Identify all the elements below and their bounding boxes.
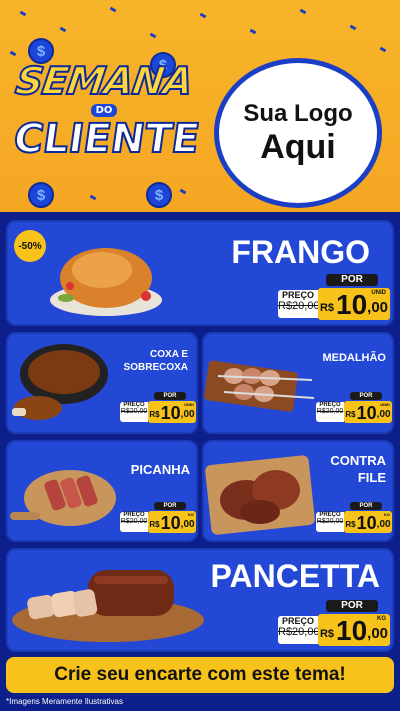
por-label: POR: [326, 600, 378, 612]
logo-text-line2: Aqui: [260, 128, 336, 166]
price-int: 10: [356, 403, 377, 423]
price-dec: ,00: [367, 625, 389, 642]
confetti: [19, 10, 27, 17]
unit: KG: [188, 512, 194, 517]
confetti: [9, 50, 17, 57]
new-price: R$ 10 ,00 UNID: [344, 401, 392, 423]
confetti: [109, 6, 117, 13]
price-dec: ,00: [180, 409, 195, 420]
cta-banner[interactable]: Crie seu encarte com este tema!: [6, 657, 394, 693]
old-price-value: R$20,00: [278, 300, 320, 312]
por-label: POR: [154, 392, 186, 400]
unit: UNID: [371, 290, 386, 296]
header-banner: $ $ $ $ SEMANA DO CLIENTE Sua Logo Aqui: [0, 0, 400, 212]
product-card-medalhao[interactable]: MEDALHÃO POR PREÇO R$20,00 R$ 10 ,00 UNI…: [202, 332, 394, 434]
price-int: 10: [336, 289, 368, 320]
skewer-image: [204, 346, 316, 422]
confetti: [59, 26, 67, 33]
new-price: R$ 10 ,00 UNID: [318, 288, 390, 320]
product-name: COXA E SOBRECOXA: [123, 349, 188, 373]
brand-title: SEMANA DO CLIENTE: [10, 58, 204, 163]
pancetta-image: [8, 556, 208, 648]
currency: R$: [345, 520, 356, 529]
por-label: POR: [154, 502, 186, 510]
confetti: [199, 12, 207, 19]
brand-title-bottom: CLIENTE: [10, 115, 204, 163]
logo-placeholder: Sua Logo Aqui: [214, 58, 382, 208]
price-tag: POR PREÇO R$20,00 R$ 10 ,00 KG: [314, 502, 394, 536]
old-price-value: R$20,00: [316, 408, 344, 415]
confetti: [349, 24, 357, 31]
price-dec: ,00: [376, 409, 391, 420]
confetti: [179, 188, 187, 195]
old-price-value: R$20,00: [120, 518, 148, 525]
new-price: R$ 10 ,00 KG: [344, 511, 392, 533]
chicken-image: [46, 226, 166, 320]
product-card-coxa[interactable]: COXA E SOBRECOXA POR PREÇO R$20,00 R$ 10…: [6, 332, 198, 434]
old-price: PREÇO R$20,00: [316, 402, 344, 422]
picanha-image: [8, 454, 120, 534]
drumstick-image: [8, 338, 114, 428]
product-card-picanha[interactable]: PICANHA POR PREÇO R$20,00 R$ 10 ,00 KG: [6, 440, 198, 542]
old-price-value: R$20,00: [278, 626, 320, 638]
old-price: PREÇO R$20,00: [278, 616, 320, 644]
product-card-frango[interactable]: -50% FRANGO POR PREÇO R$20,00 R$ 10 ,00 …: [6, 220, 394, 326]
product-card-contra-file[interactable]: CONTRA FILE POR PREÇO R$20,00 R$ 10 ,00 …: [202, 440, 394, 542]
old-price: PREÇO R$20,00: [278, 290, 320, 318]
product-card-pancetta[interactable]: PANCETTA POR PREÇO R$20,00 R$ 10 ,00 KG: [6, 548, 394, 652]
currency: R$: [319, 628, 335, 640]
currency: R$: [319, 302, 335, 314]
old-price: PREÇO R$20,00: [120, 402, 148, 422]
old-price-value: R$20,00: [120, 408, 148, 415]
price-tag: POR PREÇO R$20,00 R$ 10 ,00 UNID: [314, 392, 394, 426]
currency: R$: [149, 520, 160, 529]
product-name: FRANGO: [231, 234, 370, 270]
price-int: 10: [336, 615, 368, 646]
confetti: [249, 28, 257, 35]
coin-icon: $: [28, 182, 54, 208]
product-name: CONTRA FILE: [330, 453, 386, 485]
price-int: 10: [356, 513, 377, 533]
product-name: PANCETTA: [210, 558, 380, 594]
old-price-label: PREÇO: [281, 616, 314, 626]
product-name: MEDALHÃO: [322, 352, 386, 364]
footnote: *Imagens Meramente Ilustrativas: [6, 697, 123, 706]
confetti: [89, 194, 97, 201]
por-label: POR: [350, 392, 382, 400]
old-price: PREÇO R$20,00: [316, 512, 344, 532]
brand-title-top: SEMANA: [12, 58, 196, 104]
price-int: 10: [160, 403, 181, 423]
coin-icon: $: [146, 182, 172, 208]
confetti: [379, 46, 387, 53]
por-label: POR: [326, 274, 378, 286]
price-int: 10: [160, 513, 181, 533]
new-price: R$ 10 ,00 KG: [318, 614, 390, 646]
old-price: PREÇO R$20,00: [120, 512, 148, 532]
por-label: POR: [350, 502, 382, 510]
old-price-value: R$20,00: [316, 518, 344, 525]
price-dec: ,00: [180, 519, 195, 530]
unit: UNID: [184, 402, 194, 407]
new-price: R$ 10 ,00 UNID: [148, 401, 196, 423]
unit: KG: [384, 512, 390, 517]
confetti: [299, 8, 307, 15]
product-name: PICANHA: [130, 462, 190, 477]
unit: UNID: [380, 402, 390, 407]
price-tag: POR PREÇO R$20,00 R$ 10 ,00 KG: [274, 600, 392, 648]
price-dec: ,00: [367, 299, 389, 316]
currency: R$: [345, 410, 356, 419]
unit: KG: [377, 616, 386, 622]
price-tag: POR PREÇO R$20,00 R$ 10 ,00 UNID: [274, 274, 392, 322]
price-tag: POR PREÇO R$20,00 R$ 10 ,00 KG: [118, 502, 198, 536]
currency: R$: [149, 410, 160, 419]
price-tag: POR PREÇO R$20,00 R$ 10 ,00 UNID: [118, 392, 198, 426]
price-dec: ,00: [376, 519, 391, 530]
new-price: R$ 10 ,00 KG: [148, 511, 196, 533]
logo-text-line1: Sua Logo: [243, 100, 353, 127]
discount-badge: -50%: [14, 230, 46, 262]
old-price-label: PREÇO: [281, 290, 314, 300]
confetti: [149, 32, 157, 39]
steak-image: [204, 450, 316, 536]
